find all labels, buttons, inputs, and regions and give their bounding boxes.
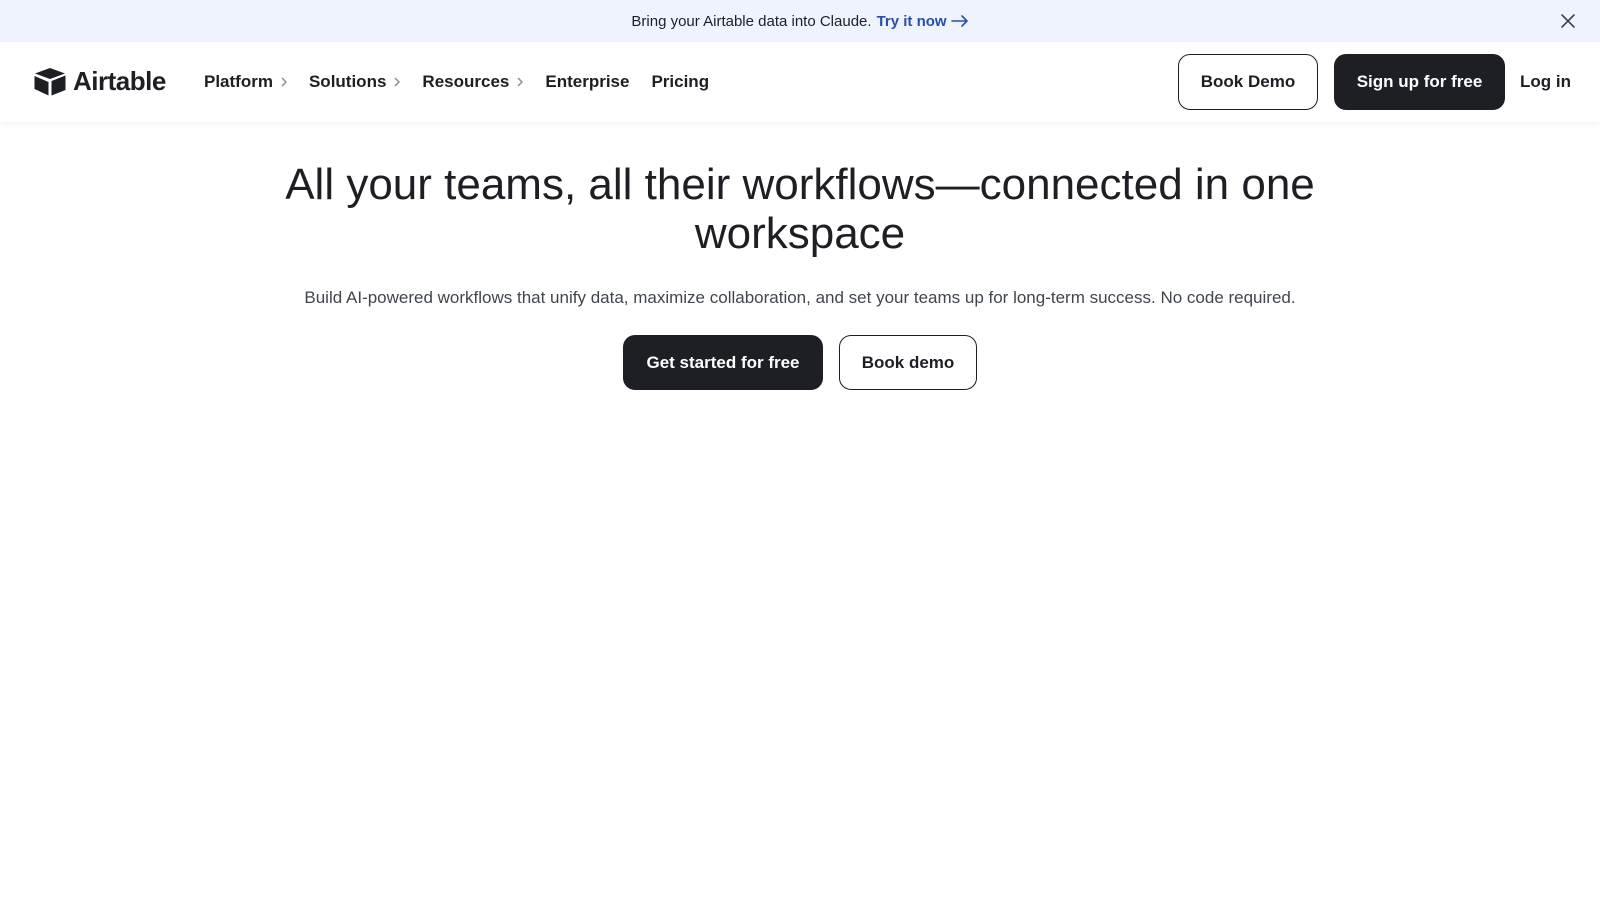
nav-enterprise[interactable]: Enterprise	[545, 72, 629, 92]
close-icon	[1561, 14, 1575, 28]
top-navigation: Airtable Platform Solutions Resources En…	[0, 42, 1600, 122]
nav-pricing-label: Pricing	[651, 72, 710, 91]
chevron-right-icon	[394, 77, 401, 87]
chevron-right-icon	[517, 77, 524, 87]
book-demo-label: Book Demo	[1200, 72, 1296, 91]
hero-book-demo-button[interactable]: Book demo	[839, 335, 977, 390]
nav-pricing[interactable]: Pricing	[651, 72, 709, 92]
get-started-label: Get started for free	[646, 352, 800, 372]
hero-book-demo-label: Book demo	[861, 352, 955, 372]
hero-subtitle: Build AI-powered workflows that unify da…	[304, 288, 1296, 307]
announcement-message: Bring your Airtable data into Claude.	[631, 12, 872, 30]
announcement-cta-link[interactable]: Try it now	[877, 13, 969, 30]
nav-platform[interactable]: Platform	[204, 72, 287, 92]
airtable-logo-link[interactable]: Airtable	[33, 66, 166, 97]
nav-resources[interactable]: Resources	[422, 72, 524, 92]
announcement-cta-label: Try it now	[876, 12, 947, 30]
nav-enterprise-label: Enterprise	[545, 72, 630, 91]
nav-platform-label: Platform	[204, 72, 273, 91]
log-in-link[interactable]: Log in	[1520, 54, 1571, 110]
close-announcement-button[interactable]	[1558, 11, 1578, 31]
nav-resources-label: Resources	[422, 72, 510, 91]
chevron-right-icon	[281, 77, 287, 87]
book-demo-button[interactable]: Book Demo	[1178, 54, 1318, 110]
arrow-right-icon	[950, 15, 968, 27]
sign-up-label: Sign up for free	[1356, 72, 1483, 91]
logo-wordmark: Airtable	[73, 66, 166, 96]
hero-title: All your teams, all their workflows—conn…	[285, 160, 1315, 258]
sign-up-button[interactable]: Sign up for free	[1334, 54, 1505, 110]
nav-solutions[interactable]: Solutions	[308, 72, 401, 92]
get-started-button[interactable]: Get started for free	[623, 335, 823, 390]
nav-solutions-label: Solutions	[308, 72, 387, 91]
airtable-logo-icon	[34, 67, 66, 95]
log-in-label: Log in	[1520, 72, 1571, 91]
announcement-bar: Bring your Airtable data into Claude. Tr…	[0, 0, 1600, 42]
main-menu: Platform Solutions Resources Enterprise …	[204, 42, 731, 122]
